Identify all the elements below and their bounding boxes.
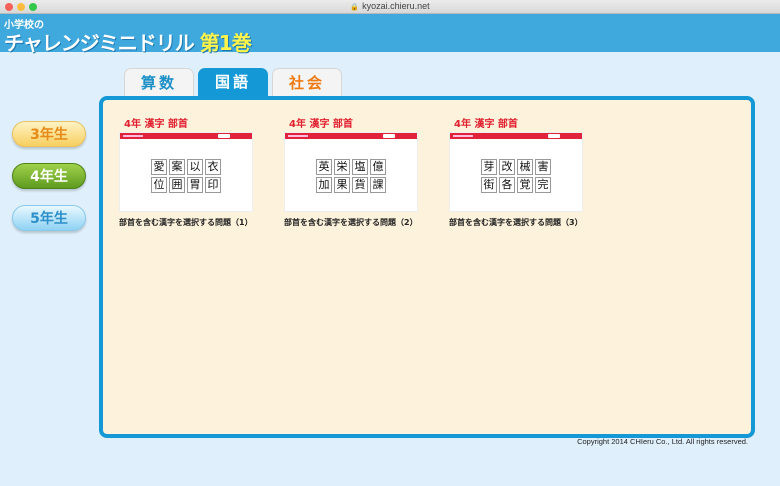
thumbnail-toolbar bbox=[285, 133, 417, 139]
grade-4-button[interactable]: 4年生 bbox=[12, 163, 86, 189]
kanji-cell: 害 bbox=[535, 159, 551, 175]
copyright-notice: Copyright 2014 CHIeru Co., Ltd. All righ… bbox=[577, 437, 748, 446]
kanji-cell: 英 bbox=[316, 159, 332, 175]
app-logo: チャレンジミニドリル 第1巻 bbox=[4, 27, 252, 56]
thumbnail-toolbar bbox=[120, 133, 252, 139]
kanji-cell: 改 bbox=[499, 159, 515, 175]
kanji-cell: 億 bbox=[370, 159, 386, 175]
kanji-cell: 愛 bbox=[151, 159, 167, 175]
card-thumbnail[interactable]: 芽 改 械 害 街 各 覚 完 bbox=[449, 132, 583, 212]
logo-title: チャレンジミニドリル bbox=[4, 31, 195, 55]
drill-card-1[interactable]: 4年 漢字 部首 愛 案 以 衣 位 囲 胃 印 部首を含む漢字を選択する問題（… bbox=[119, 119, 253, 228]
window-title-bar: 🔒 kyozai.chieru.net bbox=[0, 0, 780, 14]
kanji-cell: 位 bbox=[151, 177, 167, 193]
card-caption[interactable]: 部首を含む漢字を選択する問題（3） bbox=[449, 217, 583, 228]
kanji-grid: 英 栄 塩 億 加 果 貨 課 bbox=[316, 159, 386, 193]
card-title: 4年 漢字 部首 bbox=[124, 119, 188, 130]
drill-card-2[interactable]: 4年 漢字 部首 英 栄 塩 億 加 果 貨 課 部首を含む漢字を選択する問題（… bbox=[284, 119, 418, 228]
kanji-cell: 械 bbox=[517, 159, 533, 175]
tab-math[interactable]: 算数 bbox=[124, 68, 194, 96]
kanji-cell: 案 bbox=[169, 159, 185, 175]
address-label: 🔒 kyozai.chieru.net bbox=[0, 1, 780, 11]
grade-3-button[interactable]: 3年生 bbox=[12, 121, 86, 147]
card-thumbnail[interactable]: 愛 案 以 衣 位 囲 胃 印 bbox=[119, 132, 253, 212]
kanji-cell: 芽 bbox=[481, 159, 497, 175]
card-caption[interactable]: 部首を含む漢字を選択する問題（2） bbox=[284, 217, 418, 228]
kanji-grid: 愛 案 以 衣 位 囲 胃 印 bbox=[151, 159, 221, 193]
kanji-cell: 果 bbox=[334, 177, 350, 193]
tab-social-studies[interactable]: 社会 bbox=[272, 68, 342, 96]
kanji-cell: 覚 bbox=[517, 177, 533, 193]
kanji-grid: 芽 改 械 害 街 各 覚 完 bbox=[481, 159, 551, 193]
app-header: 小学校の チャレンジミニドリル 第1巻 bbox=[0, 14, 780, 55]
kanji-cell: 以 bbox=[187, 159, 203, 175]
card-caption[interactable]: 部首を含む漢字を選択する問題（1） bbox=[119, 217, 253, 228]
card-title: 4年 漢字 部首 bbox=[289, 119, 353, 130]
drill-card-3[interactable]: 4年 漢字 部首 芽 改 械 害 街 各 覚 完 部首を含む漢字を選択する問題（… bbox=[449, 119, 583, 228]
kanji-cell: 塩 bbox=[352, 159, 368, 175]
kanji-cell: 街 bbox=[481, 177, 497, 193]
grade-5-button[interactable]: 5年生 bbox=[12, 205, 86, 231]
kanji-cell: 完 bbox=[535, 177, 551, 193]
kanji-cell: 課 bbox=[370, 177, 386, 193]
thumbnail-toolbar bbox=[450, 133, 582, 139]
kanji-cell: 貨 bbox=[352, 177, 368, 193]
kanji-cell: 衣 bbox=[205, 159, 221, 175]
content-panel: 4年 漢字 部首 愛 案 以 衣 位 囲 胃 印 部首を含む漢字を選択する問題（… bbox=[99, 96, 755, 438]
kanji-cell: 各 bbox=[499, 177, 515, 193]
kanji-cell: 印 bbox=[205, 177, 221, 193]
card-thumbnail[interactable]: 英 栄 塩 億 加 果 貨 課 bbox=[284, 132, 418, 212]
kanji-cell: 囲 bbox=[169, 177, 185, 193]
kanji-cell: 栄 bbox=[334, 159, 350, 175]
kanji-cell: 加 bbox=[316, 177, 332, 193]
lock-icon: 🔒 bbox=[350, 4, 360, 11]
kanji-cell: 胃 bbox=[187, 177, 203, 193]
url-text: kyozai.chieru.net bbox=[362, 1, 430, 11]
logo-volume: 第1巻 bbox=[199, 31, 252, 55]
card-title: 4年 漢字 部首 bbox=[454, 119, 518, 130]
tab-japanese[interactable]: 国語 bbox=[198, 68, 268, 96]
